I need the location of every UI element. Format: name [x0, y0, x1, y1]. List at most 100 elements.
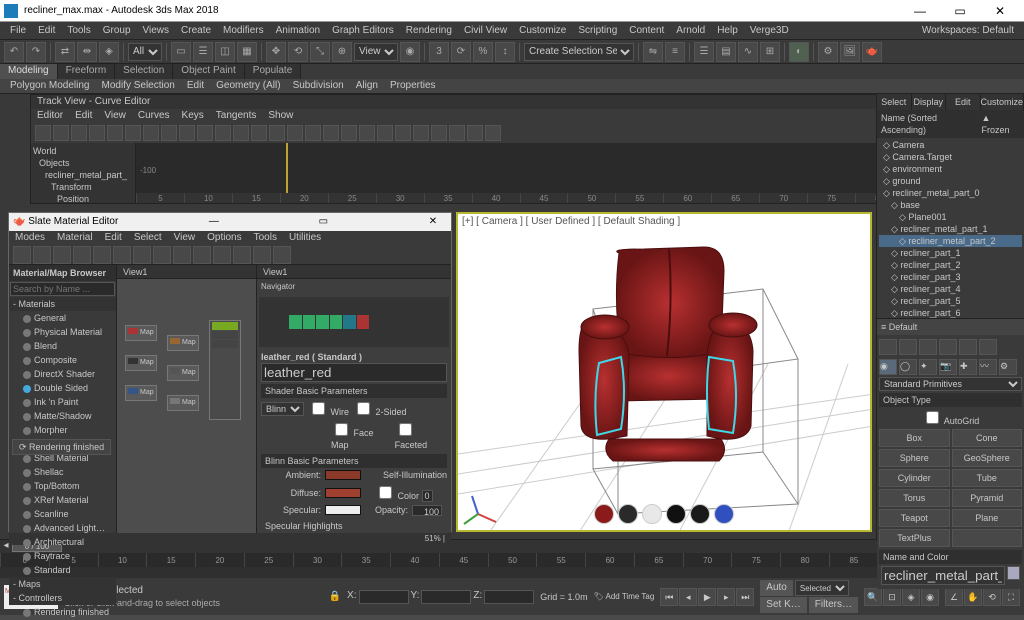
- scene-tab-customize[interactable]: Customize: [981, 94, 1024, 110]
- scene-item[interactable]: ◇ environment: [879, 163, 1022, 175]
- mat-type[interactable]: Morpher: [9, 423, 116, 437]
- slate-tool-2[interactable]: [53, 246, 71, 264]
- slate-tool-7[interactable]: [153, 246, 171, 264]
- material-search[interactable]: [10, 282, 115, 296]
- display-tab[interactable]: [959, 339, 977, 355]
- mat-type[interactable]: XRef Material: [9, 493, 116, 507]
- primitive-sphere[interactable]: Sphere: [879, 449, 950, 467]
- slate-tool-11[interactable]: [233, 246, 251, 264]
- status-restore[interactable]: ⟳ Rendering finished: [12, 439, 111, 455]
- scene-item[interactable]: ◇ recliner_metal_part_1: [879, 223, 1022, 235]
- ambient-swatch[interactable]: [325, 470, 361, 480]
- name-color-rollout[interactable]: Name and Color: [879, 550, 1022, 564]
- lights-cat[interactable]: ✦: [919, 359, 937, 375]
- schematic-button[interactable]: ⊞: [760, 42, 780, 62]
- scene-item[interactable]: ◇ recliner_part_6: [879, 307, 1022, 318]
- primitive-cone[interactable]: Cone: [952, 429, 1023, 447]
- primitive-geosphere[interactable]: GeoSphere: [952, 449, 1023, 467]
- menu-create[interactable]: Create: [175, 23, 217, 39]
- object-type-rollout[interactable]: Object Type: [879, 393, 1022, 407]
- tv-tool-7[interactable]: [161, 125, 177, 141]
- select-name-button[interactable]: ☰: [193, 42, 213, 62]
- trackview-hierarchy[interactable]: WorldObjectsrecliner_metal_part_Transfor…: [31, 143, 136, 203]
- menu-animation[interactable]: Animation: [270, 23, 326, 39]
- tv-tool-19[interactable]: [377, 125, 393, 141]
- rotate-button[interactable]: ⟲: [288, 42, 308, 62]
- add-time-tag[interactable]: 🏷 Add Time Tag: [594, 591, 655, 603]
- slate-tool-1[interactable]: [33, 246, 51, 264]
- link-button[interactable]: ⇄: [55, 42, 75, 62]
- slate-menu-options[interactable]: Options: [201, 231, 247, 245]
- scene-item[interactable]: ◇ recliner_part_2: [879, 259, 1022, 271]
- mat-type[interactable]: Blend: [9, 339, 116, 353]
- play-button[interactable]: ▶: [698, 588, 716, 606]
- fov-button[interactable]: ∠: [945, 588, 963, 606]
- shader-rollout[interactable]: Shader Basic Parameters: [261, 384, 447, 398]
- menu-file[interactable]: File: [4, 23, 32, 39]
- percent-snap[interactable]: %: [473, 42, 493, 62]
- menu-group[interactable]: Group: [97, 23, 137, 39]
- menu-arnold[interactable]: Arnold: [670, 23, 711, 39]
- scene-explorer-list[interactable]: ◇ Camera◇ Camera.Target◇ environment◇ gr…: [877, 138, 1024, 318]
- placement-button[interactable]: ⊕: [332, 42, 352, 62]
- zoom-button[interactable]: 🔍: [864, 588, 882, 606]
- tv-menu-tangents[interactable]: Tangents: [210, 109, 263, 123]
- mat-category[interactable]: - Materials: [9, 297, 116, 311]
- material-variant-4[interactable]: [690, 504, 710, 524]
- selection-set-dropdown[interactable]: Create Selection Set: [524, 43, 634, 61]
- tv-tool-10[interactable]: [215, 125, 231, 141]
- time-ruler[interactable]: 0510152025303540455055606570758085909510…: [0, 553, 1024, 567]
- slate-menu-select[interactable]: Select: [128, 231, 168, 245]
- move-button[interactable]: ✥: [266, 42, 286, 62]
- mat-type[interactable]: Double Sided: [9, 381, 116, 395]
- slate-tool-10[interactable]: [213, 246, 231, 264]
- primitive-category[interactable]: Standard Primitives: [879, 377, 1022, 391]
- ribbon-panel[interactable]: Properties: [384, 79, 442, 93]
- tv-menu-show[interactable]: Show: [262, 109, 299, 123]
- tv-tool-22[interactable]: [431, 125, 447, 141]
- slate-tool-0[interactable]: [13, 246, 31, 264]
- tv-menu-editor[interactable]: Editor: [31, 109, 69, 123]
- key-target[interactable]: Selected: [795, 580, 849, 596]
- track-bar[interactable]: [0, 567, 1024, 578]
- mat-type[interactable]: DirectX Shader: [9, 367, 116, 381]
- maximize-button[interactable]: ▭: [940, 5, 980, 17]
- zoom-all-button[interactable]: ⊡: [883, 588, 901, 606]
- primitive-cylinder[interactable]: Cylinder: [879, 469, 950, 487]
- cameras-cat[interactable]: 📷: [939, 359, 957, 375]
- tv-tree-item[interactable]: recliner_metal_part_: [33, 169, 133, 181]
- goto-start[interactable]: ⏮: [660, 588, 678, 606]
- mat-type[interactable]: Standard: [9, 563, 116, 577]
- tv-tool-14[interactable]: [287, 125, 303, 141]
- selfillum-cb[interactable]: [379, 486, 392, 499]
- close-button[interactable]: ✕: [980, 5, 1020, 17]
- mat-type[interactable]: Architectural: [9, 535, 116, 549]
- slate-max[interactable]: ▭: [309, 216, 337, 228]
- coord-z[interactable]: [484, 590, 534, 604]
- navigator-thumbnail[interactable]: [259, 297, 449, 347]
- wire-cb[interactable]: [312, 402, 325, 415]
- menu-customize[interactable]: Customize: [513, 23, 572, 39]
- tv-tool-6[interactable]: [143, 125, 159, 141]
- undo-button[interactable]: ↶: [4, 42, 24, 62]
- tv-menu-keys[interactable]: Keys: [176, 109, 210, 123]
- ribbon-tab-selection[interactable]: Selection: [115, 64, 173, 79]
- faceted-cb[interactable]: [399, 423, 412, 436]
- menu-graph-editors[interactable]: Graph Editors: [326, 23, 400, 39]
- facemap-cb[interactable]: [335, 423, 348, 436]
- tv-tool-3[interactable]: [89, 125, 105, 141]
- prev-frame[interactable]: ◂: [679, 588, 697, 606]
- slate-menu-modes[interactable]: Modes: [9, 231, 51, 245]
- spinner-snap[interactable]: ↕: [495, 42, 515, 62]
- object-color-swatch[interactable]: [1007, 566, 1020, 580]
- primitive-box[interactable]: Box: [879, 429, 950, 447]
- scene-item[interactable]: ◇ Plane001: [879, 211, 1022, 223]
- auto-key[interactable]: Auto: [760, 580, 793, 596]
- slate-tool-8[interactable]: [173, 246, 191, 264]
- primitive-torus[interactable]: Torus: [879, 489, 950, 507]
- tv-tool-24[interactable]: [467, 125, 483, 141]
- scene-item[interactable]: ◇ Camera: [879, 139, 1022, 151]
- lock-icon[interactable]: 🔒: [329, 591, 341, 603]
- mat-type[interactable]: Shellac: [9, 465, 116, 479]
- primitive-tube[interactable]: Tube: [952, 469, 1023, 487]
